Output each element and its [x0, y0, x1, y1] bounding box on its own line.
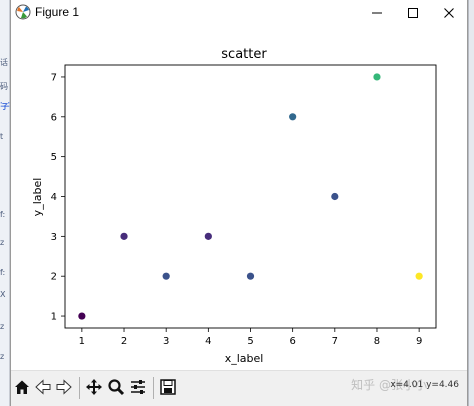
- title-bar[interactable]: Figure 1: [11, 0, 467, 26]
- save-icon: [160, 379, 176, 395]
- home-icon: [15, 380, 29, 394]
- background-window-strip: 话 码 字 t f: z f: X z z: [0, 0, 10, 406]
- maximize-button[interactable]: [395, 0, 431, 26]
- y-tick-label: 7: [51, 72, 57, 83]
- y-tick-label: 1: [51, 312, 57, 323]
- strip-glyph: z: [0, 322, 5, 331]
- close-icon: [444, 8, 454, 18]
- axes-frame: [64, 64, 437, 329]
- figure-window: Figure 1 1 2 3 4 5 6 7 8 9 1 2 3 4 5 6 7 scatter x_lab…: [10, 0, 468, 406]
- back-button[interactable]: [32, 376, 54, 398]
- strip-glyph: f:: [0, 268, 6, 277]
- home-button[interactable]: [11, 376, 33, 398]
- strip-glyph: f:: [0, 210, 6, 219]
- strip-glyph: z: [0, 238, 5, 247]
- scatter-point: [246, 272, 255, 280]
- x-tick-label: 5: [247, 336, 253, 347]
- scatter-point: [162, 272, 170, 280]
- zoom-icon: [108, 379, 125, 396]
- y-tick-label: 6: [51, 112, 57, 123]
- x-tick-label: 2: [121, 336, 127, 347]
- x-axis-label: x_label: [225, 352, 264, 365]
- scatter-point: [331, 192, 339, 201]
- y-tick-label: 4: [51, 192, 57, 203]
- y-tick-label: 3: [51, 232, 57, 243]
- matplotlib-app-icon: [15, 4, 31, 20]
- toolbar-separator: [79, 377, 80, 399]
- x-tick-label: 4: [205, 336, 211, 347]
- x-tick-label: 3: [163, 336, 169, 347]
- scatter-plot: 1 2 3 4 5 6 7 8 9 1 2 3 4 5 6 7 scatter x_label y_labe…: [31, 47, 437, 365]
- strip-glyph: t: [0, 132, 4, 141]
- minimize-icon: [372, 12, 382, 14]
- pan-icon: [86, 379, 102, 395]
- y-tick-label: 2: [51, 272, 57, 283]
- scatter-point: [415, 272, 423, 280]
- forward-arrow-icon: [56, 379, 72, 395]
- navigation-toolbar: 知乎 @张小小 x=4.01 y=4.46: [11, 370, 467, 406]
- x-tick-label: 6: [289, 336, 295, 347]
- save-button[interactable]: [157, 376, 179, 398]
- strip-glyph: 字: [0, 102, 10, 111]
- close-button[interactable]: [431, 0, 467, 26]
- scatter-point: [78, 312, 86, 320]
- maximize-icon: [408, 8, 418, 18]
- window-title: Figure 1: [35, 5, 80, 19]
- zoom-button[interactable]: [105, 376, 127, 398]
- scatter-point: [204, 232, 212, 240]
- chart-title: scatter: [221, 47, 267, 62]
- strip-glyph: z: [0, 352, 5, 361]
- strip-glyph: 码: [0, 82, 8, 91]
- toolbar-separator: [153, 377, 154, 399]
- scatter-point: [289, 113, 297, 121]
- figure-canvas[interactable]: 1 2 3 4 5 6 7 8 9 1 2 3 4 5 6 7 scatter x_label y_labe…: [11, 26, 467, 370]
- strip-glyph: X: [0, 290, 6, 299]
- minimize-button[interactable]: [359, 0, 395, 26]
- scatter-point: [373, 73, 381, 81]
- pan-button[interactable]: [83, 376, 105, 398]
- cursor-coordinates: x=4.01 y=4.46: [390, 380, 459, 390]
- background-window-right-strip: [468, 0, 474, 406]
- configure-subplots-button[interactable]: [127, 376, 149, 398]
- x-tick-label: 7: [332, 336, 338, 347]
- scatter-point: [120, 232, 128, 240]
- forward-button[interactable]: [53, 376, 75, 398]
- configure-subplots-icon: [131, 380, 145, 394]
- x-tick-label: 1: [79, 336, 85, 347]
- x-tick-label: 8: [374, 336, 380, 347]
- x-tick-label: 9: [416, 336, 422, 347]
- y-axis-label: y_label: [31, 178, 44, 217]
- strip-glyph: 话: [0, 58, 8, 67]
- y-tick-label: 5: [51, 152, 57, 163]
- back-arrow-icon: [35, 379, 51, 395]
